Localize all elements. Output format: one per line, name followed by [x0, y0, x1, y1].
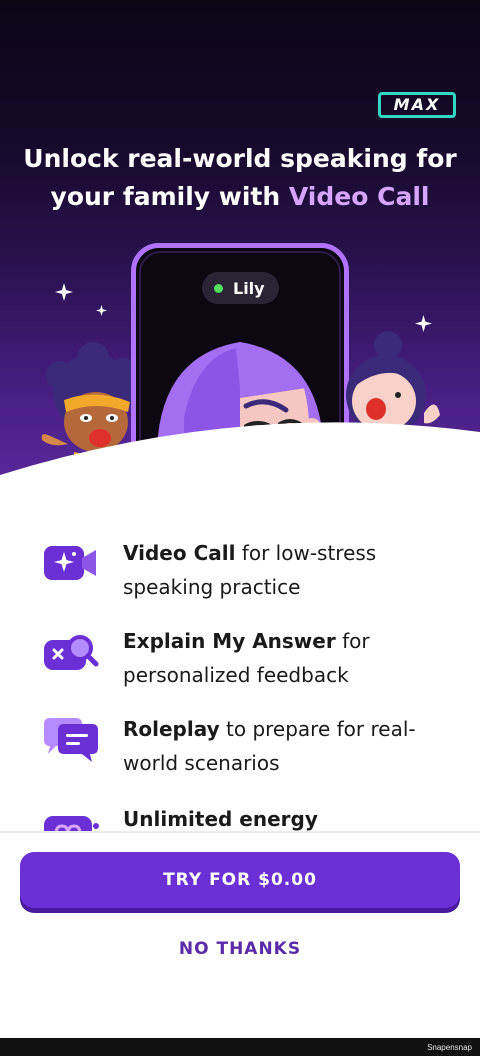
feature-item-roleplay: Roleplay to prepare for real-world scena… — [0, 706, 480, 786]
feature-description-line2: personalized feedback — [123, 663, 349, 687]
divider — [0, 831, 480, 833]
feature-description-line2: speaking practice — [123, 575, 301, 599]
hero-banner: MAX Unlock real-world speaking for your … — [0, 0, 480, 500]
feature-title: Roleplay — [123, 717, 220, 741]
feature-title: Unlimited energy — [123, 807, 318, 831]
headline-accent: Video Call — [288, 182, 430, 211]
sparkle-icon — [96, 305, 107, 316]
infinite-energy-icon — [44, 816, 99, 832]
headline-line-2: your family with Video Call — [20, 178, 460, 216]
headline-prefix: your family with — [50, 182, 289, 211]
headline-line-1: Unlock real-world speaking for — [23, 144, 457, 173]
bottom-bar — [0, 1038, 480, 1056]
explain-magnifier-icon — [44, 635, 99, 670]
try-for-free-button[interactable]: TRY FOR $0.00 — [20, 852, 460, 908]
feature-item-video-call: Video Call for low-stress speaking practi… — [0, 530, 480, 610]
feature-description-line2: world scenarios — [123, 751, 280, 775]
video-camera-sparkle-icon — [44, 546, 96, 580]
feature-text: Explain My Answer for personalized feedba… — [123, 624, 443, 692]
no-thanks-button[interactable]: NO THANKS — [140, 934, 340, 964]
feature-text: Video Call for low-stress speaking practi… — [123, 536, 443, 604]
sparkle-icon — [55, 283, 73, 301]
feature-description: to prepare for real- — [219, 717, 416, 741]
headline: Unlock real-world speaking for your fami… — [20, 140, 460, 216]
feature-description: for — [335, 629, 370, 653]
feature-item-unlimited-energy: Unlimited energy — [0, 796, 480, 832]
feature-item-explain-my-answer: Explain My Answer for personalized feedba… — [0, 618, 480, 698]
caller-name: Lily — [233, 278, 265, 298]
feature-title: Video Call — [123, 541, 236, 565]
feature-title: Explain My Answer — [123, 629, 336, 653]
caller-pill: Lily — [202, 272, 279, 304]
feature-list: Video Call for low-stress speaking practi… — [0, 530, 480, 832]
hero-wave-divider — [0, 422, 480, 500]
chat-bubbles-icon — [44, 718, 98, 762]
online-status-dot — [214, 283, 223, 293]
feature-text: Unlimited energy — [123, 802, 443, 832]
max-badge: MAX — [378, 92, 456, 118]
feature-description: for low-stress — [235, 541, 377, 565]
feature-text: Roleplay to prepare for real-world scena… — [123, 712, 443, 780]
watermark: Snapensnap — [427, 1043, 472, 1052]
